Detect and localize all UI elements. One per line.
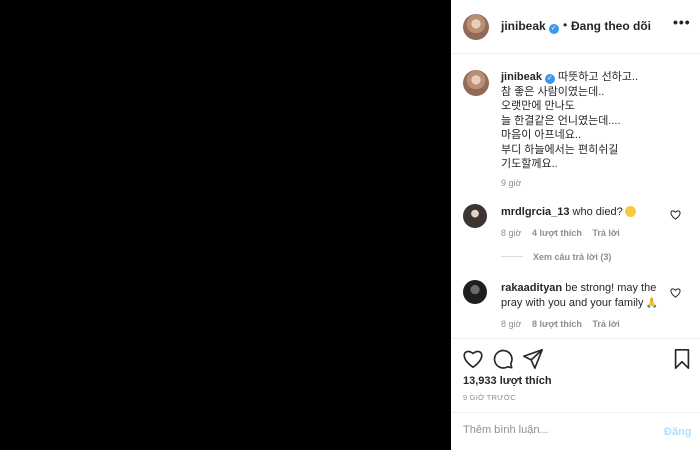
- like-comment-heart-icon[interactable]: [670, 210, 681, 220]
- crying-face-icon: [624, 206, 636, 217]
- comment-time[interactable]: 8 giờ: [501, 319, 521, 329]
- username-link[interactable]: jinibeak: [501, 19, 546, 33]
- comment-meta: 8 giờ 8 lượt thích Trả lời: [501, 319, 628, 329]
- comment-username[interactable]: mrdlgrcia_13: [501, 206, 569, 218]
- verified-badge-icon: ✓: [548, 24, 559, 34]
- view-replies-button[interactable]: Xem câu trả lời (3): [501, 252, 611, 262]
- comment-body: who died?: [572, 206, 623, 218]
- comment-text: rakaadityan be strong! may the pray with…: [501, 281, 671, 311]
- more-options-icon[interactable]: •••: [673, 14, 691, 30]
- posted-time[interactable]: 9 GIỜ TRƯỚC: [463, 393, 516, 402]
- follow-status-button[interactable]: Đang theo dõi: [571, 19, 651, 33]
- caption-avatar[interactable]: [463, 70, 489, 96]
- divider-line: [501, 256, 523, 257]
- likes-count[interactable]: 13,933 lượt thích: [463, 375, 552, 387]
- comment-input[interactable]: [463, 424, 643, 436]
- caption-username[interactable]: jinibeak: [501, 71, 542, 83]
- comment-time[interactable]: 8 giờ: [501, 228, 521, 238]
- save-bookmark-icon[interactable]: [671, 348, 693, 370]
- post-panel: jinibeak ✓ • Đang theo dõi ••• jinibeak ✓ …: [451, 0, 700, 450]
- caption-time[interactable]: 9 giờ: [501, 178, 521, 188]
- reply-button[interactable]: Trả lời: [592, 228, 619, 238]
- post-comment-button[interactable]: Đăng: [664, 426, 692, 438]
- avatar[interactable]: [463, 14, 489, 40]
- praying-hands-icon: 🙏: [645, 298, 658, 309]
- like-heart-icon[interactable]: [462, 348, 484, 370]
- comment-avatar[interactable]: [463, 280, 487, 304]
- share-paper-plane-icon[interactable]: [522, 348, 544, 370]
- separator-dot: •: [563, 18, 568, 32]
- comment-meta: 8 giờ 4 lượt thích Trả lời: [501, 228, 628, 238]
- reply-button[interactable]: Trả lời: [592, 319, 619, 329]
- caption-body: 따뜻하고 선하고.. 참 좋은 사람이였는데.. 오랫만에 만나도 늘 한결같은…: [501, 71, 639, 170]
- comment-bubble-icon[interactable]: [492, 348, 514, 370]
- post-header: jinibeak ✓ • Đang theo dõi •••: [451, 0, 700, 54]
- view-replies-label: Xem câu trả lời (3): [533, 252, 612, 262]
- like-comment-heart-icon[interactable]: [670, 288, 681, 298]
- comment-text: mrdlgrcia_13 who died?: [501, 205, 671, 220]
- add-comment-bar: Đăng: [451, 412, 700, 450]
- post-actions: 13,933 lượt thích 9 GIỜ TRƯỚC Đăng: [451, 338, 700, 450]
- header-username[interactable]: jinibeak ✓: [501, 19, 559, 34]
- comment-likes[interactable]: 4 lượt thích: [532, 228, 582, 238]
- comment-avatar[interactable]: [463, 204, 487, 228]
- verified-badge-icon: ✓: [544, 74, 555, 84]
- post-media[interactable]: [0, 0, 450, 450]
- caption-text: jinibeak ✓ 따뜻하고 선하고.. 참 좋은 사람이였는데.. 오랫만에 …: [501, 70, 691, 172]
- comment-likes[interactable]: 8 lượt thích: [532, 319, 582, 329]
- comment-username[interactable]: rakaadityan: [501, 282, 562, 294]
